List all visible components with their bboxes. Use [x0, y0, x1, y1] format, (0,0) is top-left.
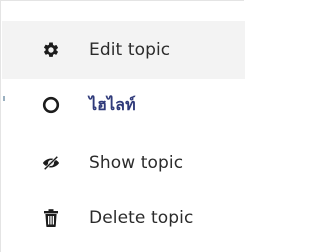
circle-icon — [42, 96, 60, 114]
highlight-label: ไฮไลท์ — [89, 94, 136, 114]
topic-actions-menu: Edit topic ไฮไลท์ Show topic Delete topi… — [0, 0, 245, 252]
trash-icon — [42, 209, 60, 227]
highlight-menu-item[interactable]: ไฮไลท์ — [2, 76, 245, 134]
delete-topic-menu-item[interactable]: Delete topic — [2, 189, 245, 247]
gear-icon — [42, 41, 60, 59]
edit-topic-label: Edit topic — [89, 40, 171, 60]
show-topic-menu-item[interactable]: Show topic — [2, 134, 245, 192]
edit-topic-menu-item[interactable]: Edit topic — [2, 21, 245, 79]
delete-topic-label: Delete topic — [89, 208, 194, 228]
underlying-page-edge — [3, 96, 5, 101]
eye-slash-icon — [42, 154, 60, 172]
show-topic-label: Show topic — [89, 153, 184, 173]
